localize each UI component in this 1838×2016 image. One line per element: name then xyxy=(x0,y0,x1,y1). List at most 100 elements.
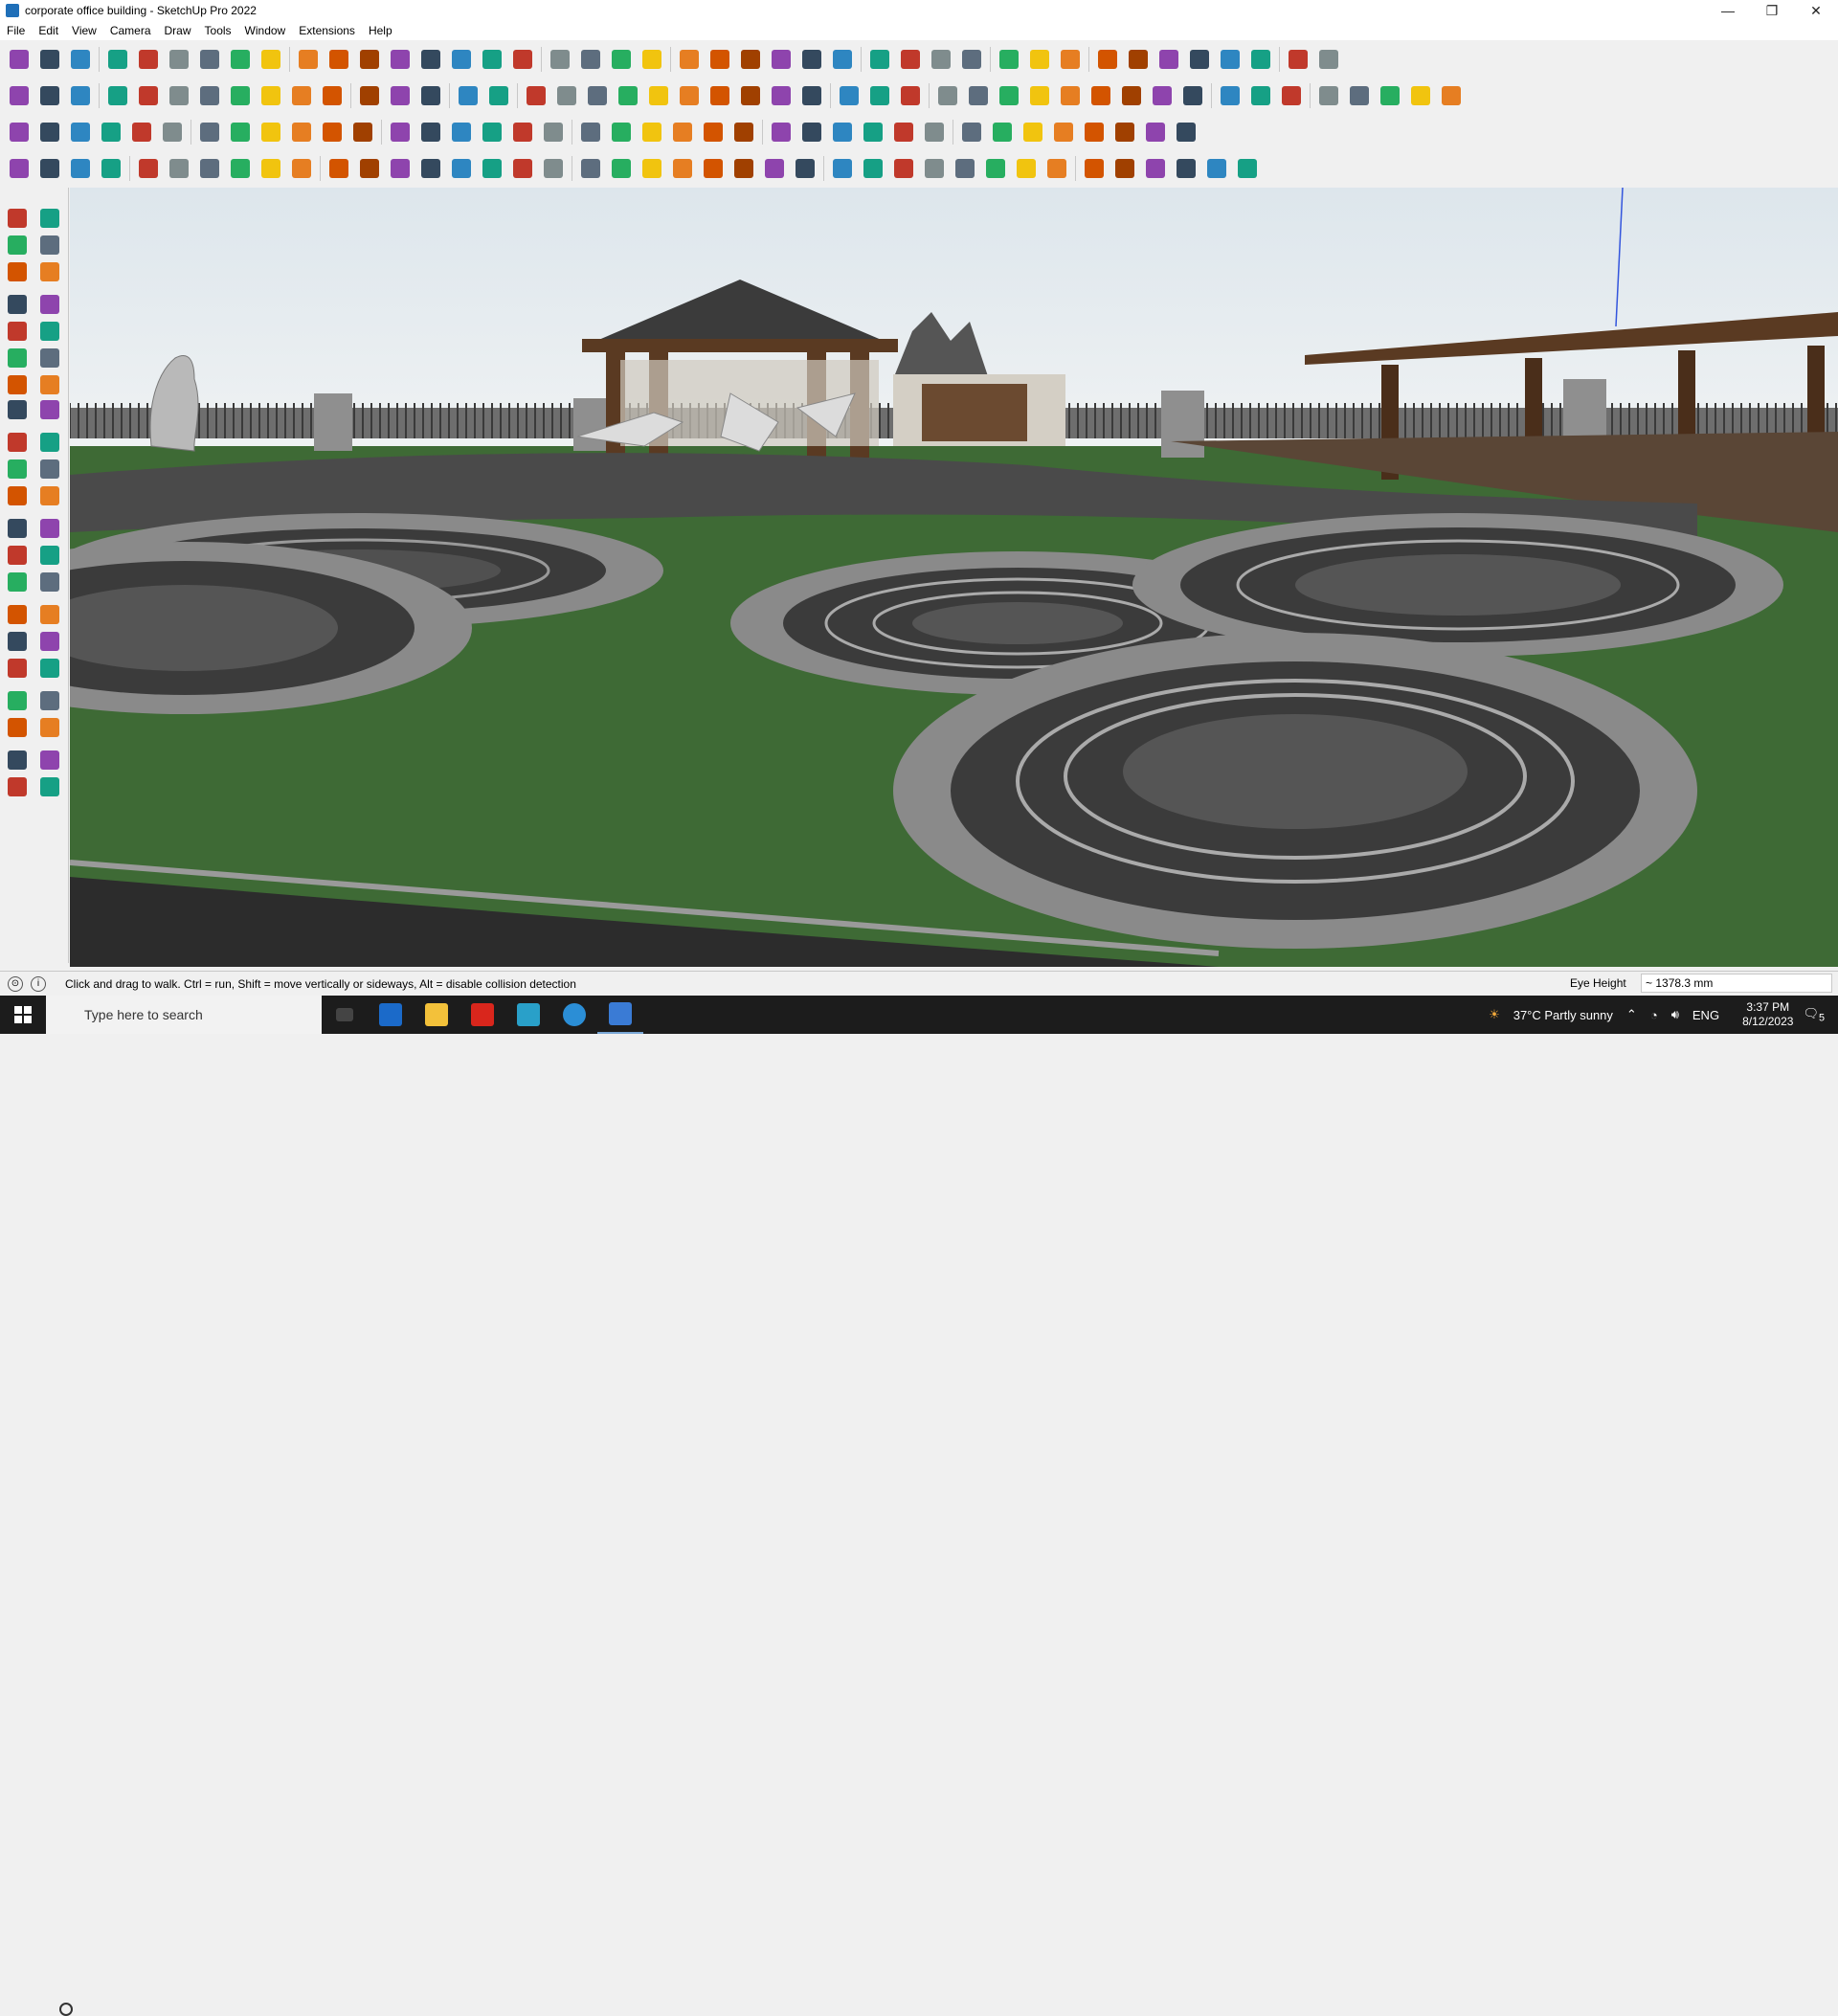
standard-tool-button-14[interactable] xyxy=(417,45,444,74)
standard-tool-button-24[interactable] xyxy=(737,45,764,74)
extension-tool-button-23[interactable] xyxy=(700,118,727,146)
large-tool-button-11[interactable] xyxy=(4,345,31,371)
large-tool-button-35[interactable] xyxy=(4,687,31,714)
large-tool-button-29[interactable] xyxy=(4,601,31,628)
modeling-tool-button-22[interactable] xyxy=(676,81,703,110)
extension-tool-button-27[interactable] xyxy=(829,118,856,146)
sandbox-tool-button-39[interactable] xyxy=(1203,154,1230,183)
standard-tool-button-3[interactable] xyxy=(67,45,94,74)
extension-tool-button-35[interactable] xyxy=(1081,118,1108,146)
minimize-button[interactable]: — xyxy=(1706,0,1750,21)
modeling-tool-button-9[interactable] xyxy=(258,81,284,110)
standard-tool-button-22[interactable] xyxy=(676,45,703,74)
extension-tool-button-18[interactable] xyxy=(540,118,567,146)
extension-tool-button-2[interactable] xyxy=(36,118,63,146)
extension-tool-button-16[interactable] xyxy=(479,118,505,146)
extension-tool-button-37[interactable] xyxy=(1142,118,1169,146)
standard-tool-button-26[interactable] xyxy=(798,45,825,74)
sandbox-tool-button-17[interactable] xyxy=(509,154,536,183)
extension-tool-button-8[interactable] xyxy=(227,118,254,146)
modeling-tool-button-13[interactable] xyxy=(387,81,414,110)
sandbox-tool-button-24[interactable] xyxy=(730,154,757,183)
large-tool-button-20[interactable] xyxy=(36,456,63,482)
large-tool-button-17[interactable] xyxy=(4,429,31,456)
standard-tool-button-21[interactable] xyxy=(639,45,665,74)
standard-tool-button-1[interactable] xyxy=(6,45,33,74)
modeling-tool-button-16[interactable] xyxy=(485,81,512,110)
extension-tool-button-36[interactable] xyxy=(1111,118,1138,146)
standard-tool-button-40[interactable] xyxy=(1247,45,1274,74)
large-tool-button-1[interactable] xyxy=(4,205,31,232)
large-tool-button-38[interactable] xyxy=(36,714,63,741)
sandbox-tool-button-8[interactable] xyxy=(227,154,254,183)
sandbox-tool-button-35[interactable] xyxy=(1081,154,1108,183)
modeling-tool-button-25[interactable] xyxy=(768,81,795,110)
sandbox-tool-button-32[interactable] xyxy=(982,154,1009,183)
modeling-tool-button-26[interactable] xyxy=(798,81,825,110)
modeling-tool-button-1[interactable] xyxy=(6,81,33,110)
large-tool-button-26[interactable] xyxy=(36,542,63,569)
standard-tool-button-13[interactable] xyxy=(387,45,414,74)
standard-tool-button-28[interactable] xyxy=(866,45,893,74)
sandbox-tool-button-25[interactable] xyxy=(761,154,788,183)
modeling-tool-button-33[interactable] xyxy=(1026,81,1053,110)
sketchup-app[interactable] xyxy=(597,996,643,1034)
modeling-tool-button-38[interactable] xyxy=(1179,81,1206,110)
clock[interactable]: 3:37 PM 8/12/2023 xyxy=(1742,1000,1793,1029)
large-tool-button-8[interactable] xyxy=(36,291,63,318)
sandbox-tool-button-27[interactable] xyxy=(829,154,856,183)
standard-tool-button-7[interactable] xyxy=(196,45,223,74)
extension-tool-button-30[interactable] xyxy=(921,118,948,146)
large-tool-button-9[interactable] xyxy=(4,318,31,345)
sandbox-tool-button-16[interactable] xyxy=(479,154,505,183)
modeling-tool-button-20[interactable] xyxy=(615,81,641,110)
large-tool-button-22[interactable] xyxy=(36,482,63,509)
maximize-button[interactable]: ❐ xyxy=(1750,0,1794,21)
large-tool-button-6[interactable] xyxy=(36,258,63,285)
standard-tool-button-30[interactable] xyxy=(928,45,954,74)
standard-tool-button-16[interactable] xyxy=(479,45,505,74)
modeling-tool-button-32[interactable] xyxy=(996,81,1022,110)
modeling-tool-button-30[interactable] xyxy=(934,81,961,110)
menu-extensions[interactable]: Extensions xyxy=(292,24,362,37)
modeling-tool-button-34[interactable] xyxy=(1057,81,1084,110)
modeling-tool-button-8[interactable] xyxy=(227,81,254,110)
extension-tool-button-17[interactable] xyxy=(509,118,536,146)
measurements-box[interactable]: ~ 1378.3 mm xyxy=(1641,974,1832,993)
edge-browser-app[interactable] xyxy=(551,996,597,1034)
standard-tool-button-2[interactable] xyxy=(36,45,63,74)
extension-tool-button-28[interactable] xyxy=(860,118,886,146)
sketchup-layout-app[interactable] xyxy=(505,996,551,1034)
sandbox-tool-button-26[interactable] xyxy=(792,154,818,183)
sandbox-tool-button-5[interactable] xyxy=(135,154,162,183)
standard-tool-button-35[interactable] xyxy=(1094,45,1121,74)
extension-tool-button-6[interactable] xyxy=(159,118,186,146)
extension-tool-button-12[interactable] xyxy=(349,118,376,146)
extension-tool-button-25[interactable] xyxy=(768,118,795,146)
standard-tool-button-15[interactable] xyxy=(448,45,475,74)
sandbox-tool-button-6[interactable] xyxy=(166,154,192,183)
modeling-tool-button-4[interactable] xyxy=(104,81,131,110)
extension-tool-button-26[interactable] xyxy=(798,118,825,146)
modeling-tool-button-42[interactable] xyxy=(1315,81,1342,110)
modeling-tool-button-28[interactable] xyxy=(866,81,893,110)
network-icon[interactable]: ◔ xyxy=(1650,1008,1658,1022)
modeling-tool-button-35[interactable] xyxy=(1087,81,1114,110)
modeling-tool-button-41[interactable] xyxy=(1278,81,1305,110)
task-view-button[interactable] xyxy=(322,996,368,1034)
large-tool-button-36[interactable] xyxy=(36,687,63,714)
large-tool-button-32[interactable] xyxy=(36,628,63,655)
large-tool-button-39[interactable] xyxy=(4,747,31,773)
large-tool-button-42[interactable] xyxy=(36,773,63,800)
large-tool-button-5[interactable] xyxy=(4,258,31,285)
menu-view[interactable]: View xyxy=(65,24,103,37)
large-tool-button-19[interactable] xyxy=(4,456,31,482)
sandbox-tool-button-37[interactable] xyxy=(1142,154,1169,183)
modeling-tool-button-6[interactable] xyxy=(166,81,192,110)
large-tool-button-10[interactable] xyxy=(36,318,63,345)
standard-tool-button-18[interactable] xyxy=(547,45,573,74)
large-tool-button-30[interactable] xyxy=(36,601,63,628)
modeling-tool-button-37[interactable] xyxy=(1149,81,1176,110)
modeling-tool-button-18[interactable] xyxy=(553,81,580,110)
large-tool-button-27[interactable] xyxy=(4,569,31,595)
